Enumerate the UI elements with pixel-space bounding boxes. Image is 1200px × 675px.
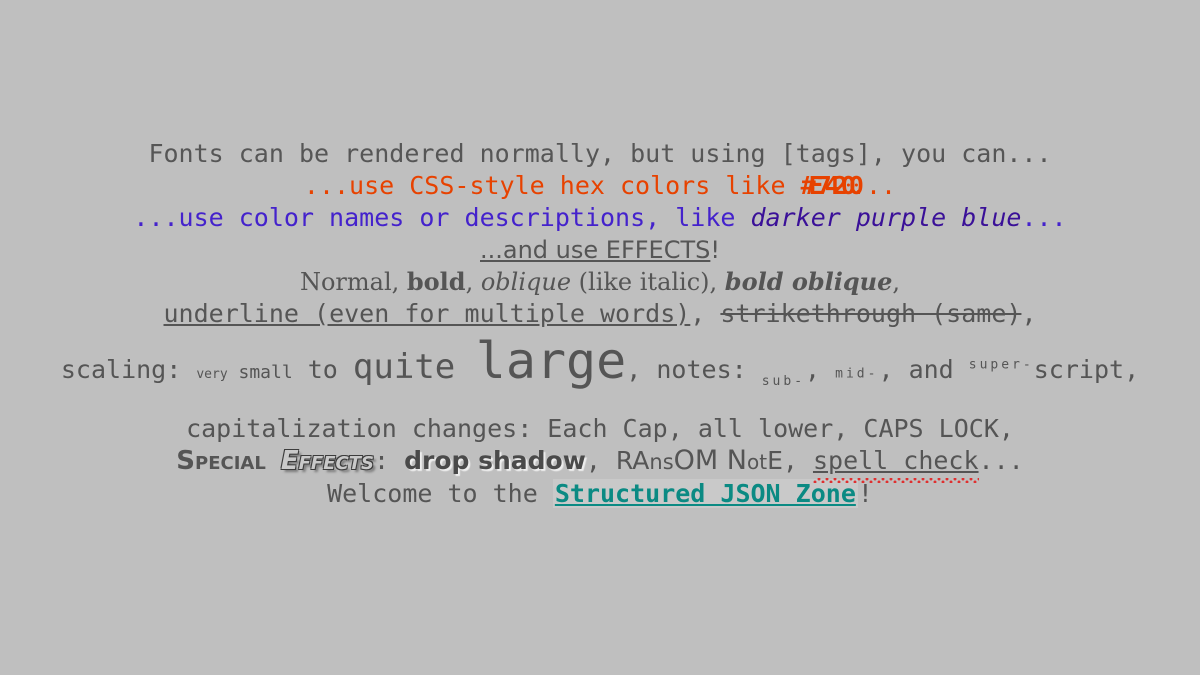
weight-normal: Normal, — [299, 268, 407, 296]
hex-prefix: ...use CSS-style hex colors like — [303, 171, 801, 200]
scaling-quite: quite — [352, 347, 456, 387]
capitalization-caps-lock: caps lock — [863, 414, 999, 444]
weight-sep-1: , — [465, 268, 481, 296]
line-effects-headline: ...and use EFFECTS! — [0, 234, 1200, 266]
decoration-sep-1: , — [690, 299, 721, 328]
capitalization-sep-1: , — [667, 414, 698, 444]
structured-json-zone-highlight: Structured JSON Zone — [552, 479, 858, 509]
scaling-small: small — [238, 362, 293, 383]
line-font-weights: Normal, bold, oblique (like italic), bol… — [0, 266, 1200, 298]
color-names-emphasis: darker purple blue — [750, 203, 1022, 232]
scaling-very: very — [196, 367, 228, 382]
scaling-space-1 — [228, 362, 239, 383]
special-word: Special — [176, 446, 266, 477]
ransom-part-5: E — [767, 446, 783, 476]
effects-headline-underlined: ...and use EFFECTS — [480, 236, 711, 264]
capitalization-sep-2: , — [833, 414, 864, 444]
spell-check-squiggle-underline — [812, 478, 979, 484]
scaling-space-2 — [455, 347, 475, 387]
drop-shadow-text: drop shadow — [404, 446, 586, 476]
script-midscript: mid- — [835, 366, 879, 382]
line-intro: Fonts can be rendered normally, but usin… — [0, 138, 1200, 170]
effects-outlined-word: Effects — [280, 446, 374, 477]
ransom-part-2: ns — [649, 450, 674, 475]
line-scaling-and-scripts: scaling: very small to quite large, note… — [0, 330, 1200, 413]
capitalization-label: capitalization changes: — [186, 414, 548, 444]
weight-sep-2: (like italic), — [571, 268, 725, 296]
script-subscript: sub- — [761, 374, 806, 390]
special-space — [266, 446, 281, 475]
color-names-suffix: ... — [1021, 203, 1067, 232]
line-text-decorations: underline (even for multiple words), str… — [0, 298, 1200, 330]
ransom-part-4: ot — [746, 450, 768, 475]
decoration-underline: underline (even for multiple words) — [163, 299, 691, 328]
welcome-prefix: Welcome to the — [327, 479, 553, 509]
hex-suffix: ... — [850, 171, 897, 200]
capitalization-sep-3: , — [998, 414, 1014, 444]
weight-bold: bold — [406, 267, 466, 296]
line-hex-colors: ...use CSS-style hex colors like #E74200… — [0, 170, 1200, 202]
ransom-part-3: om n — [673, 445, 747, 477]
line-color-names: ...use color names or descriptions, like… — [0, 202, 1200, 234]
scripts-notes-label: , notes: — [626, 355, 762, 384]
hex-code-value: #E74200 — [800, 171, 864, 200]
spell-check-text: spell check — [812, 445, 979, 484]
weight-bold-oblique: bold oblique — [724, 267, 893, 296]
scripts-sep-3: , — [1124, 355, 1140, 384]
capitalization-all-lower: ALL LOWER — [697, 414, 834, 444]
spell-check-label: spell check — [812, 446, 979, 476]
special-sep-1: , — [585, 446, 616, 476]
intro-text: Fonts can be rendered normally, but usin… — [148, 139, 1052, 168]
scripts-sep-2: , and — [878, 355, 969, 384]
line-capitalization: capitalization changes: each cap, ALL LO… — [0, 413, 1200, 445]
special-sep-3: ... — [978, 446, 1024, 476]
scripts-sep-1: , — [805, 355, 836, 384]
capitalization-each-cap: each cap — [547, 414, 668, 444]
scaling-label: scaling: — [60, 355, 197, 384]
color-names-prefix: ...use color names or descriptions, like — [133, 203, 751, 232]
scaling-large: large — [475, 332, 627, 390]
line-special-effects: Special Effects: drop shadow, Ransom not… — [0, 445, 1200, 484]
special-sep-2: , — [782, 446, 813, 476]
text-demo-lines: Fonts can be rendered normally, but usin… — [0, 138, 1200, 510]
script-superscript: super- — [968, 357, 1034, 373]
line-welcome: Welcome to the Structured JSON Zone! — [0, 478, 1200, 510]
effects-headline-suffix: ! — [710, 236, 720, 264]
script-word: script — [1033, 355, 1125, 384]
ransom-part-1: Ra — [615, 446, 650, 476]
weight-oblique: oblique — [480, 268, 572, 296]
welcome-suffix: ! — [857, 479, 873, 509]
weight-sep-3: , — [892, 268, 901, 296]
special-colon: : — [373, 446, 405, 476]
text-rendering-canvas: Fonts can be rendered normally, but usin… — [0, 0, 1200, 675]
ransom-note-text: Ransom notE — [615, 445, 783, 477]
decoration-sep-2: , — [1021, 299, 1037, 328]
scaling-to: to — [292, 355, 353, 384]
decoration-strikethrough: strikethrough (same) — [720, 299, 1022, 328]
